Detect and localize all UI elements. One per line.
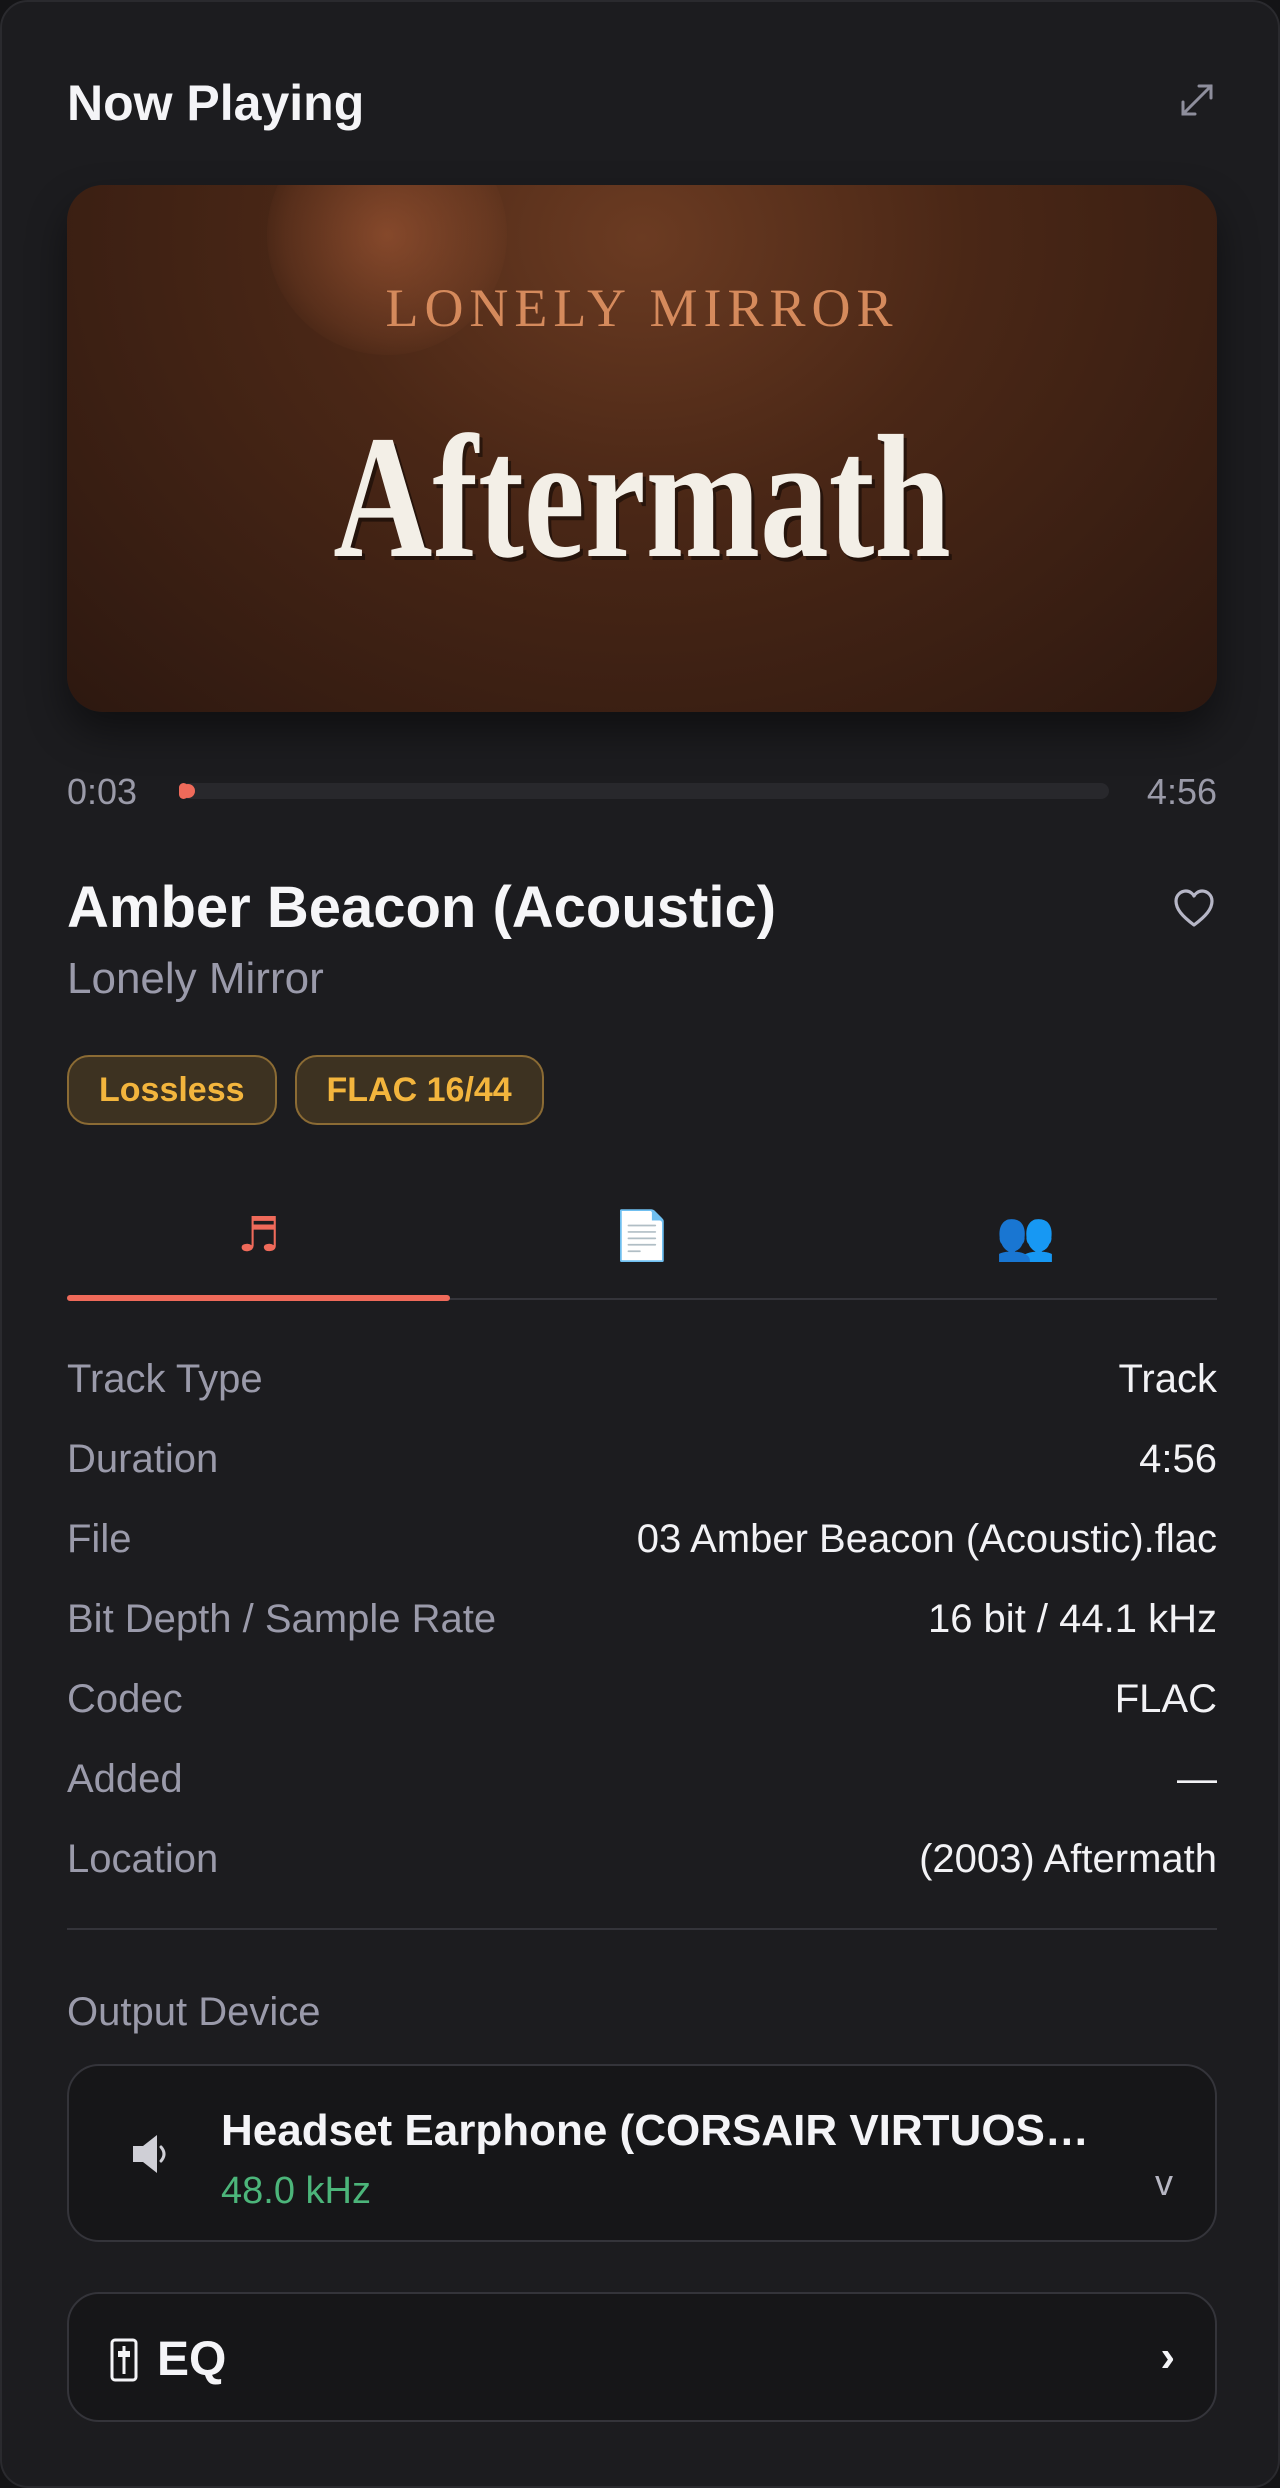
- info-value: Track: [1118, 1356, 1217, 1401]
- tab-lyrics[interactable]: 📄: [450, 1192, 833, 1298]
- heart-icon[interactable]: [1172, 887, 1216, 931]
- info-row-bit-depth: Bit Depth / Sample Rate 16 bit / 44.1 kH…: [67, 1579, 1217, 1659]
- document-icon: 📄: [612, 1207, 672, 1264]
- cover-artist-text: LONELY MIRROR: [385, 278, 899, 338]
- eq-label: EQ: [157, 2333, 227, 2386]
- expand-icon[interactable]: [1177, 80, 1217, 120]
- info-value: 16 bit / 44.1 kHz: [927, 1596, 1217, 1641]
- music-note-icon: ♬: [237, 1207, 281, 1263]
- info-row-file: File 03 Amber Beacon (Acoustic).flac: [67, 1499, 1217, 1579]
- badge-format: FLAC 16/44: [294, 1055, 544, 1125]
- seek-handle[interactable]: [181, 784, 196, 798]
- album-cover[interactable]: LONELY MIRROR Aftermath: [67, 185, 1217, 712]
- info-label: File: [67, 1516, 132, 1561]
- info-label: Added: [67, 1756, 183, 1801]
- progress-bar: 0:03 4:56: [67, 767, 1217, 815]
- info-value: FLAC: [1114, 1676, 1217, 1721]
- page-title: Now Playing: [67, 75, 365, 131]
- seek-slider[interactable]: [179, 783, 1109, 799]
- output-device-select[interactable]: Headset Earphone (CORSAIR VIRTUOSO … 48.…: [67, 2064, 1217, 2242]
- equalizer-icon: [109, 2337, 139, 2383]
- info-value: 4:56: [1139, 1436, 1217, 1481]
- info-value: —: [1177, 1756, 1217, 1801]
- info-row-codec: Codec FLAC: [67, 1659, 1217, 1739]
- device-name: Headset Earphone (CORSAIR VIRTUOSO …: [221, 2106, 1101, 2155]
- elapsed-time: 0:03: [67, 771, 138, 812]
- info-label: Track Type: [67, 1356, 263, 1401]
- info-value[interactable]: (2003) Aftermath: [919, 1837, 1217, 1882]
- info-row-added: Added —: [67, 1739, 1217, 1819]
- quality-badges: Lossless FLAC 16/44: [67, 1055, 544, 1125]
- track-title: Amber Beacon (Acoustic): [67, 875, 777, 940]
- cover-title-text: Aftermath: [333, 400, 951, 595]
- tab-track-info[interactable]: ♬: [67, 1192, 451, 1301]
- chevron-right-icon: ›: [1160, 2332, 1175, 2381]
- info-label: Codec: [67, 1676, 183, 1721]
- info-row-location: Location (2003) Aftermath: [67, 1819, 1217, 1899]
- section-divider: [67, 1928, 1217, 1930]
- detail-tabs: ♬ 📄 👥: [67, 1192, 1217, 1301]
- total-time: 4:56: [1146, 771, 1217, 812]
- info-label: Bit Depth / Sample Rate: [67, 1596, 497, 1641]
- track-artist[interactable]: Lonely Mirror: [67, 954, 324, 1004]
- now-playing-panel: Now Playing LONELY MIRROR Aftermath 0:03…: [0, 0, 1280, 2488]
- eq-button[interactable]: EQ ›: [67, 2292, 1217, 2422]
- info-row-duration: Duration 4:56: [67, 1419, 1217, 1499]
- header: Now Playing: [67, 74, 1217, 144]
- chevron-down-icon: v: [1155, 2162, 1173, 2203]
- output-device-label: Output Device: [67, 1990, 321, 2034]
- info-label: Location: [67, 1836, 219, 1881]
- badge-lossless: Lossless: [67, 1055, 277, 1125]
- info-label: Duration: [67, 1436, 219, 1481]
- info-row-track-type: Track Type Track: [67, 1339, 1217, 1419]
- tab-credits[interactable]: 👥: [834, 1192, 1217, 1298]
- track-info-list: Track Type Track Duration 4:56 File 03 A…: [67, 1339, 1217, 1899]
- device-sample-rate: 48.0 kHz: [221, 2170, 371, 2212]
- info-value: 03 Amber Beacon (Acoustic).flac: [636, 1516, 1217, 1561]
- speaker-icon: [127, 2130, 175, 2178]
- people-icon: 👥: [995, 1207, 1056, 1264]
